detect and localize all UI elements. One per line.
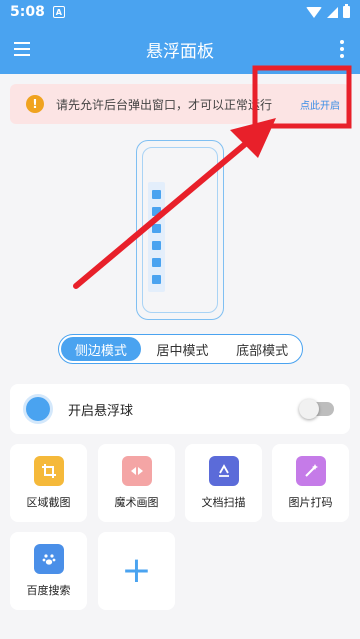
warning-icon: ! [26, 95, 44, 113]
floating-ball-switch[interactable] [299, 399, 334, 419]
tool-doc-scan[interactable]: 文档扫描 [185, 444, 262, 522]
status-time: 5:08 [10, 4, 45, 20]
signal-icon [327, 6, 338, 18]
preview-dot [152, 241, 161, 250]
floating-ball-label: 开启悬浮球 [68, 403, 134, 419]
mode-center[interactable]: 居中模式 [143, 335, 223, 363]
permission-notice: ! 请先允许后台弹出窗口，才可以正常运行 点此开启 [10, 84, 350, 124]
tool-label: 图片打码 [288, 496, 333, 509]
tool-label: 魔术画图 [114, 496, 159, 509]
floating-ball-card: 开启悬浮球 [10, 384, 350, 434]
tool-magic-paint[interactable]: 魔术画图 [98, 444, 175, 522]
phone-preview [136, 140, 224, 320]
preview-dot [152, 258, 161, 267]
tool-label: 文档扫描 [201, 496, 246, 509]
more-vert-icon[interactable] [338, 36, 346, 62]
enable-link[interactable]: 点此开启 [300, 97, 340, 112]
phone-screen [142, 147, 218, 313]
tool-baidu-search[interactable]: 百度搜索 [10, 532, 87, 610]
wifi-icon [306, 6, 322, 18]
scan-doc-icon [208, 456, 239, 486]
tool-label: 区域截图 [26, 496, 71, 509]
list-menu-icon[interactable] [14, 42, 30, 56]
mode-selector: 侧边模式 居中模式 底部模式 [58, 334, 303, 364]
floating-ball-icon [26, 397, 50, 421]
app-bar: 悬浮面板 [0, 24, 360, 74]
preview-dot [152, 224, 161, 233]
notice-text: 请先允许后台弹出窗口，才可以正常运行 [56, 97, 273, 112]
crop-icon [33, 456, 64, 486]
pointer-arrow-head [230, 118, 276, 158]
baidu-paw-icon [33, 544, 64, 574]
mode-bottom[interactable]: 底部模式 [222, 335, 302, 363]
mode-side[interactable]: 侧边模式 [61, 337, 141, 361]
tool-image-mosaic[interactable]: 图片打码 [272, 444, 349, 522]
floating-sidebar-preview [148, 182, 165, 292]
preview-dot [152, 275, 161, 284]
status-bar: 5:08 A [0, 0, 360, 24]
preview-dot [152, 190, 161, 199]
preview-dot [152, 207, 161, 216]
tool-label: 百度搜索 [26, 584, 71, 597]
magic-paint-icon [121, 456, 152, 486]
page-title: 悬浮面板 [146, 41, 214, 62]
notification-a-icon: A [52, 6, 65, 18]
status-icons [306, 4, 350, 18]
battery-icon [343, 4, 350, 18]
magic-wand-icon [295, 456, 326, 486]
add-tool-button[interactable]: + [98, 532, 175, 610]
plus-icon: + [121, 550, 152, 591]
tool-area-screenshot[interactable]: 区域截图 [10, 444, 87, 522]
